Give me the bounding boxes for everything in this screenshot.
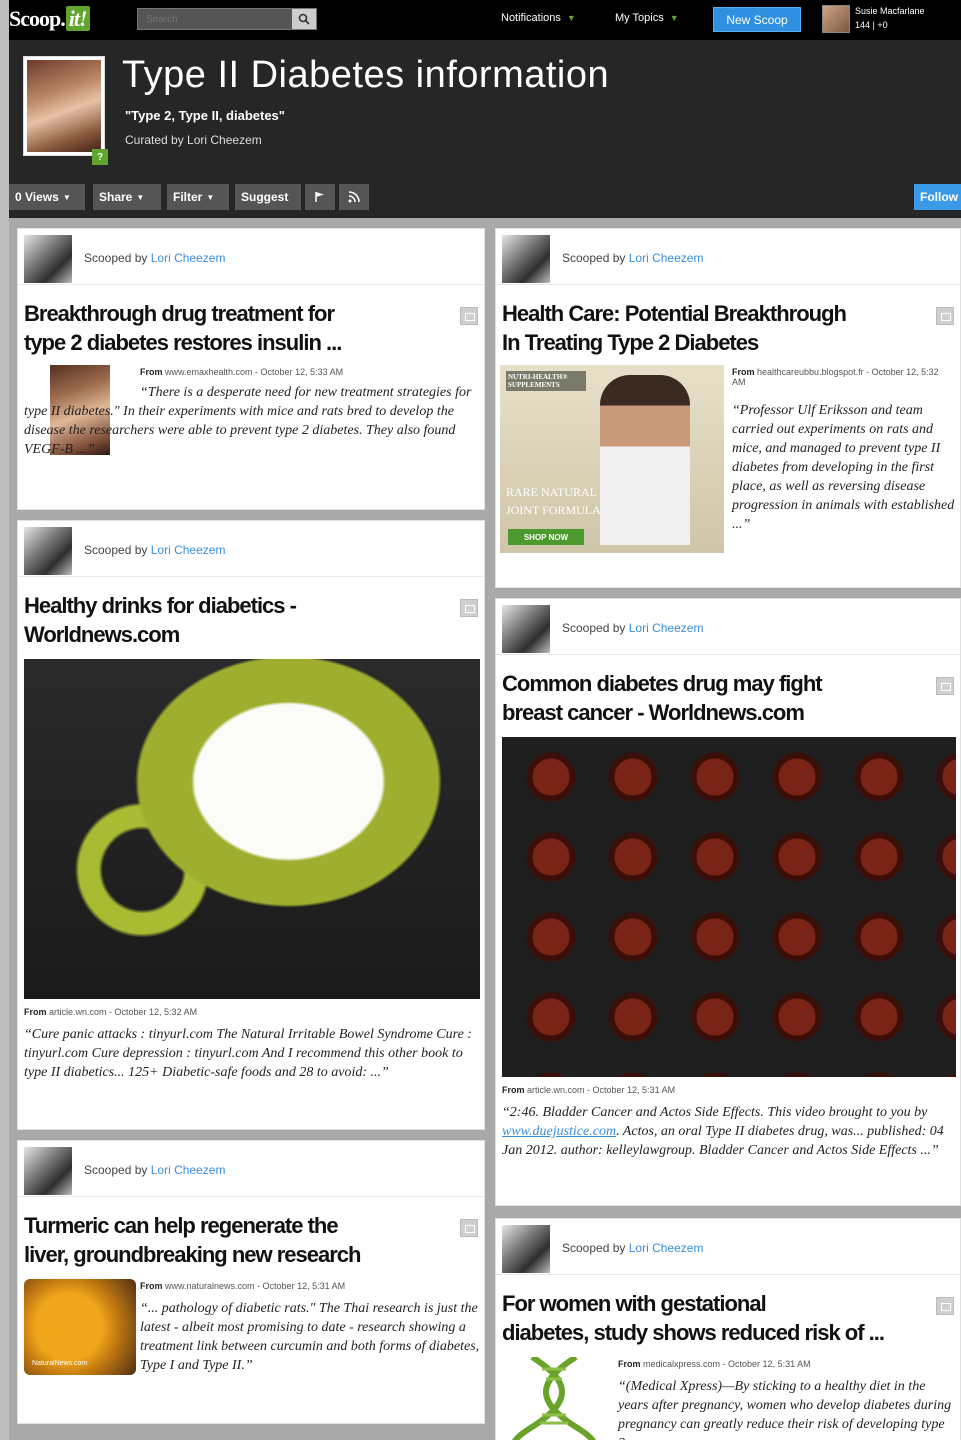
follow-button[interactable]: Follow: [914, 184, 961, 210]
chevron-down-icon: ▼: [136, 192, 145, 202]
new-scoop-button[interactable]: New Scoop: [713, 7, 801, 32]
suggest-button[interactable]: Suggest: [235, 184, 301, 210]
flag-icon: [315, 192, 324, 202]
topic-header: ? Type II Diabetes information "Type 2, …: [9, 40, 961, 218]
curator-avatar[interactable]: [502, 1225, 550, 1273]
page: Scoop.it! Notifications▼ My Topics▼ New …: [9, 0, 961, 1440]
shop-now-button[interactable]: SHOP NOW: [508, 529, 584, 545]
scoop-title[interactable]: Healthy drinks for diabetics - Worldnews.…: [24, 591, 444, 649]
scoop-source: From healthcareubbu.blogspot.fr - Octobe…: [732, 367, 939, 387]
topic-image[interactable]: ?: [23, 56, 108, 165]
chevron-down-icon: ▼: [62, 192, 71, 202]
scoop-source: From www.naturalnews.com - October 12, 5…: [140, 1281, 346, 1291]
curator-avatar[interactable]: [502, 605, 550, 653]
expand-icon[interactable]: [460, 307, 478, 325]
scoop-header: Scooped by Lori Cheezem: [18, 521, 484, 577]
scoop-source: From www.emaxhealth.com - October 12, 5:…: [140, 367, 344, 377]
curator-avatar[interactable]: [24, 235, 72, 283]
expand-icon[interactable]: [936, 677, 954, 695]
author-link[interactable]: Lori Cheezem: [629, 251, 704, 265]
author-link[interactable]: Lori Cheezem: [629, 621, 704, 635]
top-navigation-bar: Scoop.it! Notifications▼ My Topics▼ New …: [9, 0, 961, 40]
user-name: Susie Macfarlane: [855, 6, 925, 16]
expand-icon[interactable]: [936, 1297, 954, 1315]
chevron-down-icon: ▼: [566, 13, 576, 23]
curator-avatar[interactable]: [24, 527, 72, 575]
rss-icon: [348, 191, 360, 203]
scoop-excerpt: “Cure panic attacks : tinyurl.com The Na…: [24, 1027, 472, 1080]
author-link[interactable]: Lori Cheezem: [629, 1241, 704, 1255]
scooped-by: Scooped by Lori Cheezem: [84, 543, 226, 557]
doctor-photo: [600, 375, 690, 545]
rss-button[interactable]: [339, 184, 369, 210]
my-topics-menu[interactable]: My Topics ▼: [615, 12, 679, 24]
search-icon: [298, 13, 310, 25]
flag-button[interactable]: [305, 184, 335, 210]
scoop-excerpt: “... pathology of diabetic rats." The Th…: [140, 1301, 480, 1373]
expand-icon[interactable]: [936, 307, 954, 325]
views-dropdown[interactable]: 0 Views ▼: [9, 184, 85, 210]
filter-dropdown[interactable]: Filter ▼: [167, 184, 229, 210]
topic-toolbar: 0 Views ▼ Share ▼ Filter ▼ Suggest: [9, 184, 961, 210]
curator-avatar[interactable]: [502, 235, 550, 283]
user-menu[interactable]: Susie Macfarlane 144 | +0: [855, 4, 925, 32]
scoop-card: Scooped by Lori Cheezem Breakthrough dru…: [17, 228, 485, 510]
scoop-title[interactable]: Turmeric can help regenerate the liver, g…: [24, 1211, 444, 1269]
scoop-excerpt: “Professor Ulf Eriksson and team carried…: [732, 403, 955, 532]
excerpt-link[interactable]: www.duejustice.com: [502, 1124, 616, 1139]
topic-title: Type II Diabetes information: [122, 54, 610, 96]
scoop-header: Scooped by Lori Cheezem: [18, 1141, 484, 1197]
scooped-by: Scooped by Lori Cheezem: [562, 621, 704, 635]
scoop-title[interactable]: For women with gestational diabetes, stud…: [502, 1289, 922, 1347]
author-link[interactable]: Lori Cheezem: [151, 543, 226, 557]
search-input[interactable]: [138, 9, 288, 30]
scoop-card: Scooped by Lori Cheezem Healthy drinks f…: [17, 520, 485, 1130]
chevron-down-icon: ▼: [206, 192, 215, 202]
scoop-excerpt: “There is a desperate need for new treat…: [24, 385, 472, 457]
expand-icon[interactable]: [460, 1219, 478, 1237]
scoop-header: Scooped by Lori Cheezem: [496, 1219, 960, 1275]
scooped-by: Scooped by Lori Cheezem: [84, 1163, 226, 1177]
scoop-card: Scooped by Lori Cheezem Health Care: Pot…: [495, 228, 961, 588]
curator-avatar[interactable]: [24, 1147, 72, 1195]
curated-by: Curated by Lori Cheezem: [125, 133, 262, 147]
scoop-source: From medicalxpress.com - October 12, 5:3…: [618, 1359, 811, 1369]
scoop-thumbnail[interactable]: [502, 1354, 606, 1440]
share-dropdown[interactable]: Share ▼: [93, 184, 161, 210]
scoop-card: Scooped by Lori Cheezem Turmeric can hel…: [17, 1140, 485, 1424]
scoop-title[interactable]: Breakthrough drug treatment for type 2 di…: [24, 299, 444, 357]
help-badge[interactable]: ?: [92, 149, 108, 165]
scooped-by: Scooped by Lori Cheezem: [562, 251, 704, 265]
scoop-card: Scooped by Lori Cheezem Common diabetes …: [495, 598, 961, 1206]
scoop-title[interactable]: Common diabetes drug may fight breast can…: [502, 669, 922, 727]
scoop-header: Scooped by Lori Cheezem: [496, 599, 960, 655]
scoop-source: From article.wn.com - October 12, 5:31 A…: [502, 1085, 676, 1095]
author-link[interactable]: Lori Cheezem: [151, 251, 226, 265]
scooped-by: Scooped by Lori Cheezem: [562, 1241, 704, 1255]
scoop-image[interactable]: [24, 659, 480, 999]
user-stats: 144 | +0: [855, 20, 888, 30]
scoop-thumbnail[interactable]: NUTRI-HEALTH® SUPPLEMENTS RARE NATURAL J…: [500, 365, 724, 553]
scoop-card: Scooped by Lori Cheezem For women with g…: [495, 1218, 961, 1440]
dna-icon: [512, 1354, 596, 1440]
search-box: [137, 8, 317, 30]
scoop-source: From article.wn.com - October 12, 5:32 A…: [24, 1007, 198, 1017]
scoop-image[interactable]: [502, 737, 956, 1077]
scooped-by: Scooped by Lori Cheezem: [84, 251, 226, 265]
scoop-header: Scooped by Lori Cheezem: [496, 229, 960, 285]
expand-icon[interactable]: [460, 599, 478, 617]
scoop-title[interactable]: Health Care: Potential Breakthrough In Tr…: [502, 299, 922, 357]
scoopit-logo[interactable]: Scoop. it!: [9, 6, 90, 32]
scoop-header: Scooped by Lori Cheezem: [18, 229, 484, 285]
user-avatar[interactable]: [822, 5, 850, 33]
search-button[interactable]: [292, 9, 316, 29]
scoop-excerpt: “2:46. Bladder Cancer and Actos Side Eff…: [502, 1105, 944, 1158]
author-link[interactable]: Lori Cheezem: [151, 1163, 226, 1177]
chevron-down-icon: ▼: [669, 13, 679, 23]
scoop-excerpt: “(Medical Xpress)—By sticking to a healt…: [618, 1379, 952, 1440]
notifications-menu[interactable]: Notifications ▼: [501, 12, 576, 24]
scoop-thumbnail[interactable]: NaturalNews.com: [24, 1279, 136, 1375]
topic-keywords: "Type 2, Type II, diabetes": [125, 108, 285, 123]
